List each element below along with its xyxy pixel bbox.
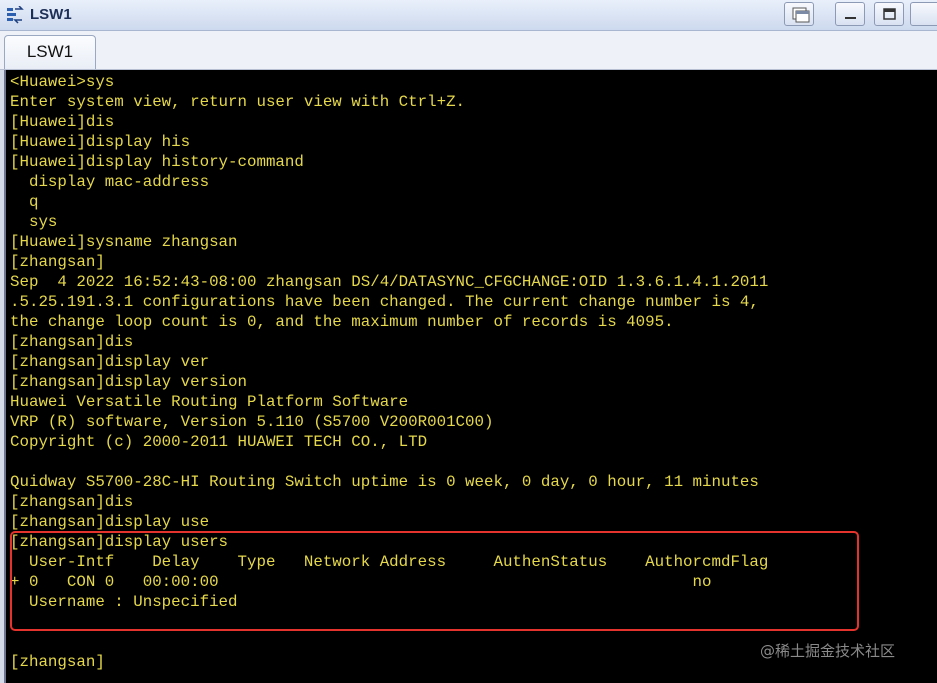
watermark: @稀土掘金技术社区 bbox=[760, 642, 896, 660]
terminal-line: Copyright (c) 2000-2011 HUAWEI TECH CO.,… bbox=[10, 433, 428, 451]
terminal-line: [zhangsan]display use bbox=[10, 513, 210, 531]
close-button[interactable] bbox=[910, 2, 937, 26]
terminal-line: the change loop count is 0, and the maxi… bbox=[10, 313, 674, 331]
title-bar[interactable]: LSW1 bbox=[0, 0, 937, 31]
terminal-line: [Huawei]sysname zhangsan bbox=[10, 233, 238, 251]
tab-lsw1[interactable]: LSW1 bbox=[4, 35, 96, 69]
terminal-line: [zhangsan]display ver bbox=[10, 353, 210, 371]
terminal-console[interactable]: <Huawei>sys Enter system view, return use… bbox=[4, 70, 937, 683]
terminal-line: [zhangsan] bbox=[10, 653, 105, 671]
minimize-button[interactable] bbox=[835, 2, 865, 26]
terminal-line: [Huawei]display history-command bbox=[10, 153, 304, 171]
app-icon bbox=[6, 5, 24, 24]
tab-strip: LSW1 bbox=[0, 31, 937, 70]
terminal-line: .5.25.191.3.1 configurations have been c… bbox=[10, 293, 759, 311]
terminal-line: q bbox=[10, 193, 39, 211]
window-title: LSW1 bbox=[30, 6, 72, 23]
terminal-line: sys bbox=[10, 213, 58, 231]
terminal-line: Quidway S5700-28C-HI Routing Switch upti… bbox=[10, 473, 759, 491]
maximize-button[interactable] bbox=[874, 2, 904, 26]
window: LSW1 LSW1 <Huawei>sys Enter system view, … bbox=[0, 0, 937, 683]
terminal-line: <Huawei>sys bbox=[10, 73, 115, 91]
terminal-line: Sep 4 2022 16:52:43-08:00 zhangsan DS/4/… bbox=[10, 273, 769, 291]
terminal-line: Huawei Versatile Routing Platform Softwa… bbox=[10, 393, 409, 411]
minimize-icon bbox=[845, 17, 856, 19]
restore-icon bbox=[792, 7, 810, 23]
terminal-line: [zhangsan]display version bbox=[10, 373, 247, 391]
terminal-line: [Huawei]display his bbox=[10, 133, 191, 151]
terminal-line: Enter system view, return user view with… bbox=[10, 93, 466, 111]
highlight-box bbox=[10, 531, 859, 631]
terminal-line: [Huawei]dis bbox=[10, 113, 115, 131]
terminal-line: [zhangsan]dis bbox=[10, 493, 134, 511]
terminal-line: VRP (R) software, Version 5.110 (S5700 V… bbox=[10, 413, 494, 431]
maximize-icon bbox=[883, 8, 896, 20]
terminal-line: display mac-address bbox=[10, 173, 210, 191]
terminal-line: [zhangsan] bbox=[10, 253, 105, 271]
restore-button[interactable] bbox=[784, 2, 814, 26]
terminal-line: [zhangsan]dis bbox=[10, 333, 134, 351]
